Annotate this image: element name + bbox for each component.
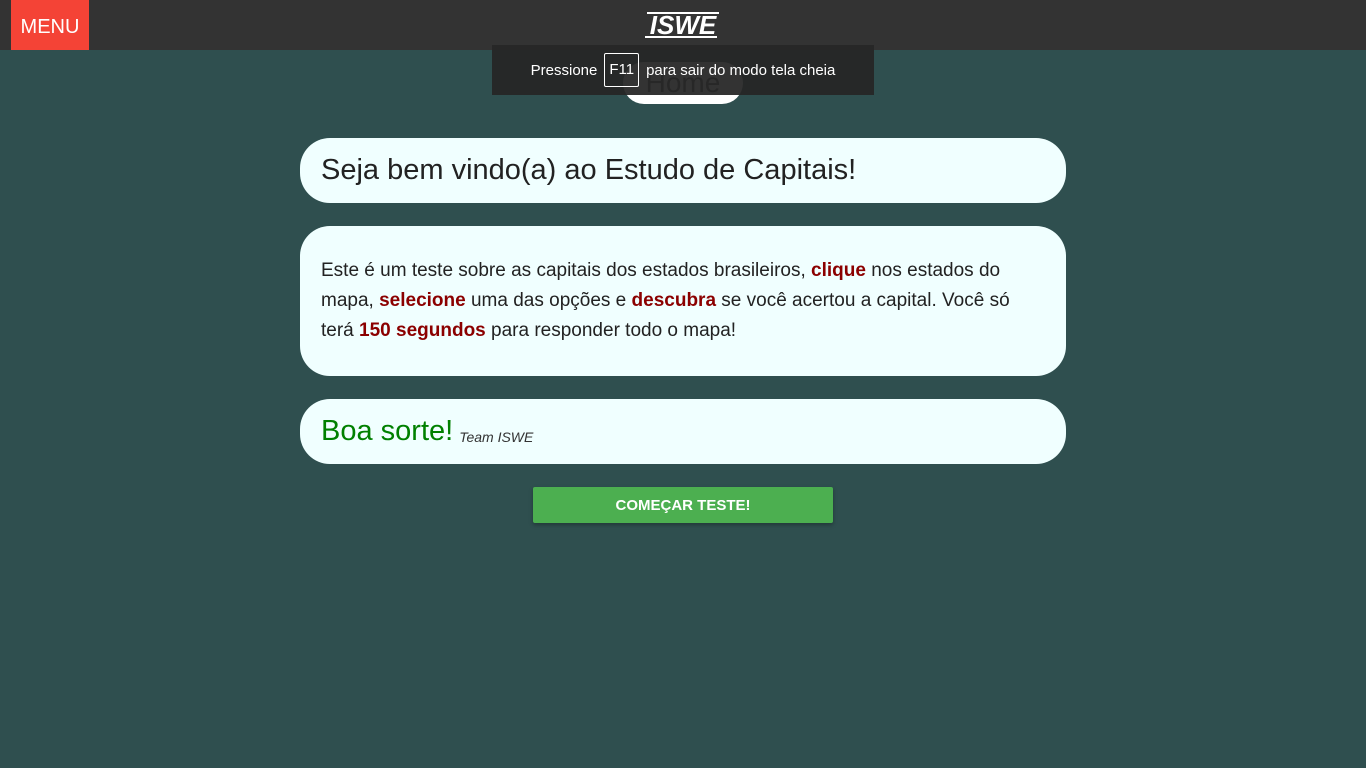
- instructions-card: Este é um teste sobre as capitais dos es…: [300, 226, 1066, 376]
- team-signature: Team ISWE: [459, 428, 534, 445]
- highlight-clique: clique: [811, 260, 866, 281]
- f11-key-badge: F11: [604, 53, 640, 87]
- welcome-title: Seja bem vindo(a) ao Estudo de Capitais!: [321, 154, 857, 186]
- highlight-descubra: descubra: [631, 290, 717, 311]
- start-test-button[interactable]: COMEÇAR TESTE!: [533, 487, 833, 523]
- highlight-selecione: selecione: [379, 290, 466, 311]
- fullscreen-notice-before: Pressione: [530, 61, 598, 79]
- fullscreen-notice-after: para sair do modo tela cheia: [646, 61, 836, 79]
- highlight-time-limit: 150 segundos: [359, 320, 486, 341]
- fullscreen-notice: Pressione F11 para sair do modo tela che…: [492, 45, 874, 95]
- menu-button[interactable]: MENU: [11, 0, 89, 50]
- instructions-text-1: Este é um teste sobre as capitais dos es…: [321, 260, 812, 281]
- logo-text: ISWE: [650, 10, 717, 40]
- top-bar: MENU ISWE: [0, 0, 1366, 50]
- instructions-text-3: uma das opções e: [465, 290, 632, 311]
- good-luck-text: Boa sorte!: [321, 415, 454, 447]
- instructions-text-5: para responder todo o mapa!: [485, 320, 737, 341]
- iswe-logo[interactable]: ISWE: [643, 10, 723, 40]
- welcome-card: Seja bem vindo(a) ao Estudo de Capitais!: [300, 138, 1066, 203]
- good-luck-card: Boa sorte! Team ISWE: [300, 399, 1066, 464]
